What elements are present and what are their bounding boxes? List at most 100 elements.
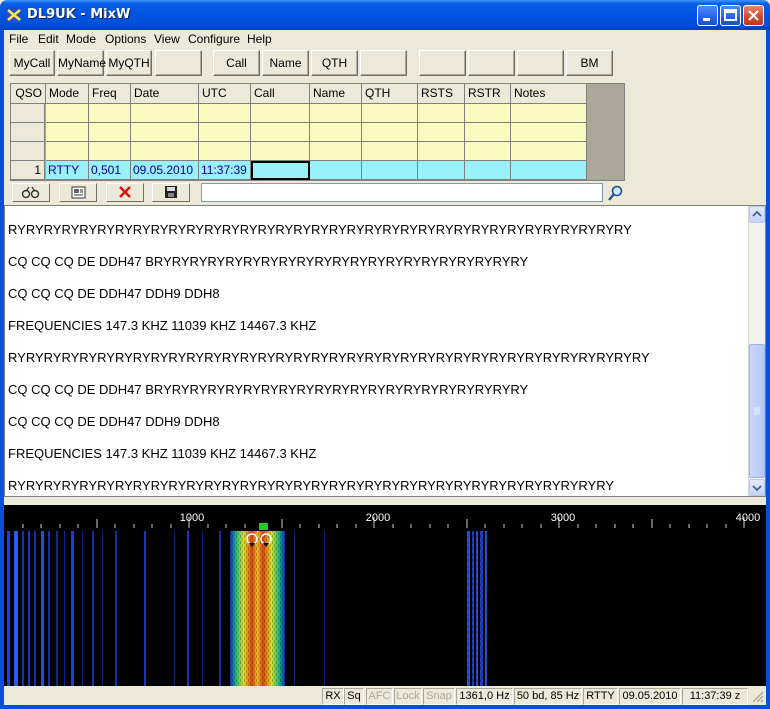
col-header-rstr[interactable]: RSTR	[465, 84, 511, 104]
date-cell[interactable]: 09.05.2010	[131, 161, 199, 180]
table-row[interactable]	[11, 123, 587, 142]
table-cell[interactable]	[310, 104, 362, 123]
freq-cell[interactable]: 0,501	[89, 161, 131, 180]
table-cell[interactable]	[362, 123, 418, 142]
resize-grip-icon[interactable]	[751, 690, 764, 703]
col-header-name[interactable]: Name	[310, 84, 362, 104]
table-cell[interactable]	[418, 123, 465, 142]
table-cell[interactable]	[46, 104, 89, 123]
status-mode[interactable]: RTTY	[583, 688, 618, 705]
status-afc[interactable]: AFC	[366, 688, 393, 705]
col-header-qth[interactable]: QTH	[362, 84, 418, 104]
col-header-call[interactable]: Call	[251, 84, 310, 104]
col-header-notes[interactable]: Notes	[511, 84, 587, 104]
status-snap[interactable]: Snap	[423, 688, 455, 705]
rsts-cell[interactable]	[418, 161, 465, 180]
macro-button-empty-3[interactable]	[419, 50, 466, 76]
qsl-card-button[interactable]	[59, 183, 97, 202]
table-cell[interactable]	[46, 142, 89, 161]
table-cell[interactable]	[131, 123, 199, 142]
save-qso-button[interactable]	[152, 183, 190, 202]
status-squelch[interactable]: Sq	[344, 688, 364, 705]
qth-button[interactable]: QTH	[311, 50, 358, 76]
myname-button[interactable]: MyName	[57, 50, 106, 76]
col-header-freq[interactable]: Freq	[89, 84, 131, 104]
table-cell[interactable]	[89, 123, 131, 142]
status-lock[interactable]: Lock	[394, 688, 422, 705]
maximize-button[interactable]	[720, 5, 741, 26]
table-row[interactable]	[11, 142, 587, 161]
macro-button-empty-5[interactable]	[517, 50, 564, 76]
menu-options[interactable]: Options	[105, 32, 146, 46]
table-cell[interactable]	[199, 104, 251, 123]
menu-file[interactable]: File	[9, 32, 28, 46]
table-cell[interactable]	[89, 104, 131, 123]
scroll-thumb[interactable]	[749, 344, 765, 478]
rstr-cell[interactable]	[465, 161, 511, 180]
macro-button-empty-4[interactable]	[468, 50, 515, 76]
table-cell[interactable]	[199, 123, 251, 142]
table-cell[interactable]	[465, 142, 511, 161]
waterfall-display[interactable]: 1000 2000 3000 4000	[4, 505, 766, 686]
command-input[interactable]	[201, 183, 603, 202]
mode-cell[interactable]: RTTY	[46, 161, 89, 180]
table-cell[interactable]	[251, 104, 310, 123]
title-bar[interactable]: DL9UK - MixW	[0, 0, 770, 30]
utc-cell[interactable]: 11:37:39	[199, 161, 251, 180]
col-header-date[interactable]: Date	[131, 84, 199, 104]
table-cell[interactable]	[362, 142, 418, 161]
table-cell[interactable]	[418, 142, 465, 161]
name-cell[interactable]	[310, 161, 362, 180]
table-row[interactable]	[11, 104, 587, 123]
qth-cell[interactable]	[362, 161, 418, 180]
table-cell[interactable]	[511, 142, 587, 161]
call-cell[interactable]	[251, 161, 310, 180]
scroll-down-button[interactable]	[749, 479, 765, 496]
macro-button-empty-1[interactable]	[155, 50, 202, 76]
status-baud[interactable]: 50 bd, 85 Hz	[514, 688, 582, 705]
table-cell[interactable]	[511, 104, 587, 123]
tuning-marker-icon[interactable]	[259, 523, 268, 530]
table-cell[interactable]	[310, 123, 362, 142]
menu-configure[interactable]: Configure	[188, 32, 240, 46]
table-cell[interactable]	[465, 123, 511, 142]
table-cell[interactable]	[131, 142, 199, 161]
table-cell[interactable]	[199, 142, 251, 161]
table-cell[interactable]	[511, 123, 587, 142]
macro-button-empty-2[interactable]	[360, 50, 407, 76]
myqth-button[interactable]: MyQTH	[106, 50, 152, 76]
menu-mode[interactable]: Mode	[66, 32, 96, 46]
status-rx[interactable]: RX	[322, 688, 344, 705]
qso-log-grid[interactable]: QSO Mode Freq Date UTC Call Name QTH RST…	[10, 83, 625, 181]
close-button[interactable]	[743, 5, 764, 26]
call-button[interactable]: Call	[213, 50, 260, 76]
table-cell[interactable]	[418, 104, 465, 123]
menu-edit[interactable]: Edit	[38, 32, 59, 46]
col-header-qso[interactable]: QSO	[11, 84, 46, 104]
table-cell[interactable]	[251, 123, 310, 142]
table-cell[interactable]	[251, 142, 310, 161]
bm-button[interactable]: BM	[566, 50, 613, 76]
scroll-up-button[interactable]	[749, 206, 765, 223]
mixw-app-icon[interactable]	[6, 7, 22, 23]
delete-qso-button[interactable]	[106, 183, 144, 202]
minimize-button[interactable]	[697, 5, 718, 26]
rx-scrollbar[interactable]	[748, 206, 765, 496]
table-cell[interactable]	[310, 142, 362, 161]
table-cell[interactable]	[131, 104, 199, 123]
menu-help[interactable]: Help	[247, 32, 272, 46]
col-header-mode[interactable]: Mode	[46, 84, 89, 104]
table-cell[interactable]	[362, 104, 418, 123]
waterfall-spectrum[interactable]: 1000 2000 3000 4000	[4, 505, 766, 686]
notes-cell[interactable]	[511, 161, 587, 180]
mycall-button[interactable]: MyCall	[9, 50, 55, 76]
table-row-active[interactable]: 1 RTTY 0,501 09.05.2010 11:37:39	[11, 161, 587, 180]
name-button[interactable]: Name	[262, 50, 309, 76]
table-cell[interactable]	[46, 123, 89, 142]
table-cell[interactable]	[465, 104, 511, 123]
menu-view[interactable]: View	[154, 32, 180, 46]
search-button[interactable]	[607, 184, 625, 202]
col-header-utc[interactable]: UTC	[199, 84, 251, 104]
receive-text-pane[interactable]: RYRYRYRYRYRYRYRYRYRYRYRYRYRYRYRYRYRYRYRY…	[4, 205, 766, 497]
col-header-rsts[interactable]: RSTS	[418, 84, 465, 104]
